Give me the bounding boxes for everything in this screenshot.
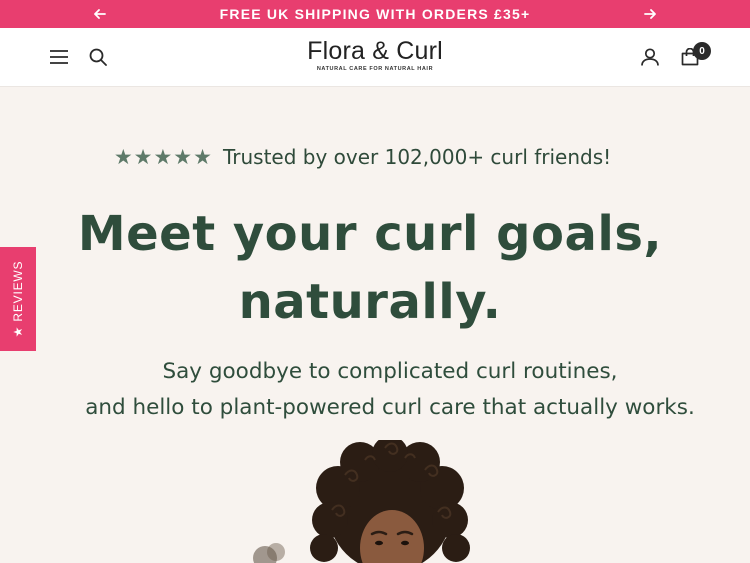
announcement-text: FREE UK SHIPPING WITH ORDERS £35+ — [219, 6, 531, 22]
prev-announcement-button[interactable] — [86, 0, 114, 28]
account-button[interactable] — [636, 43, 664, 71]
subhead-line-1: Say goodbye to complicated curl routines… — [162, 359, 618, 384]
hero-headline: Meet your curl goals, naturally. — [0, 200, 740, 336]
trust-text: Trusted by over 102,000+ curl friends! — [222, 145, 612, 169]
next-announcement-button[interactable] — [636, 0, 664, 28]
account-icon — [641, 48, 659, 66]
announcement-bar: FREE UK SHIPPING WITH ORDERS £35+ — [0, 0, 750, 28]
cart-count-badge: 0 — [693, 42, 711, 60]
arrow-right-icon — [644, 9, 656, 19]
logo-tagline: NATURAL CARE FOR NATURAL HAIR — [316, 66, 434, 72]
subhead-line-2: and hello to plant-powered curl care tha… — [85, 395, 695, 420]
trust-line: ★★★★★ Trusted by over 102,000+ curl frien… — [0, 145, 725, 169]
headline-line-2: naturally. — [238, 274, 502, 330]
site-header: Flora & Curl NATURAL CARE FOR NATURAL HA… — [0, 28, 750, 87]
hero-model-image — [253, 440, 470, 563]
arrow-left-icon — [94, 9, 106, 19]
headline-line-1: Meet your curl goals, — [77, 206, 663, 262]
menu-icon — [50, 50, 68, 64]
search-button[interactable] — [84, 43, 112, 71]
menu-button[interactable] — [45, 43, 73, 71]
site-logo[interactable]: Flora & Curl NATURAL CARE FOR NATURAL HA… — [290, 36, 460, 72]
hero-subheading: Say goodbye to complicated curl routines… — [0, 354, 750, 426]
rating-stars: ★★★★★ — [113, 145, 213, 169]
search-icon — [89, 48, 107, 66]
logo-name: Flora & Curl — [307, 37, 443, 65]
